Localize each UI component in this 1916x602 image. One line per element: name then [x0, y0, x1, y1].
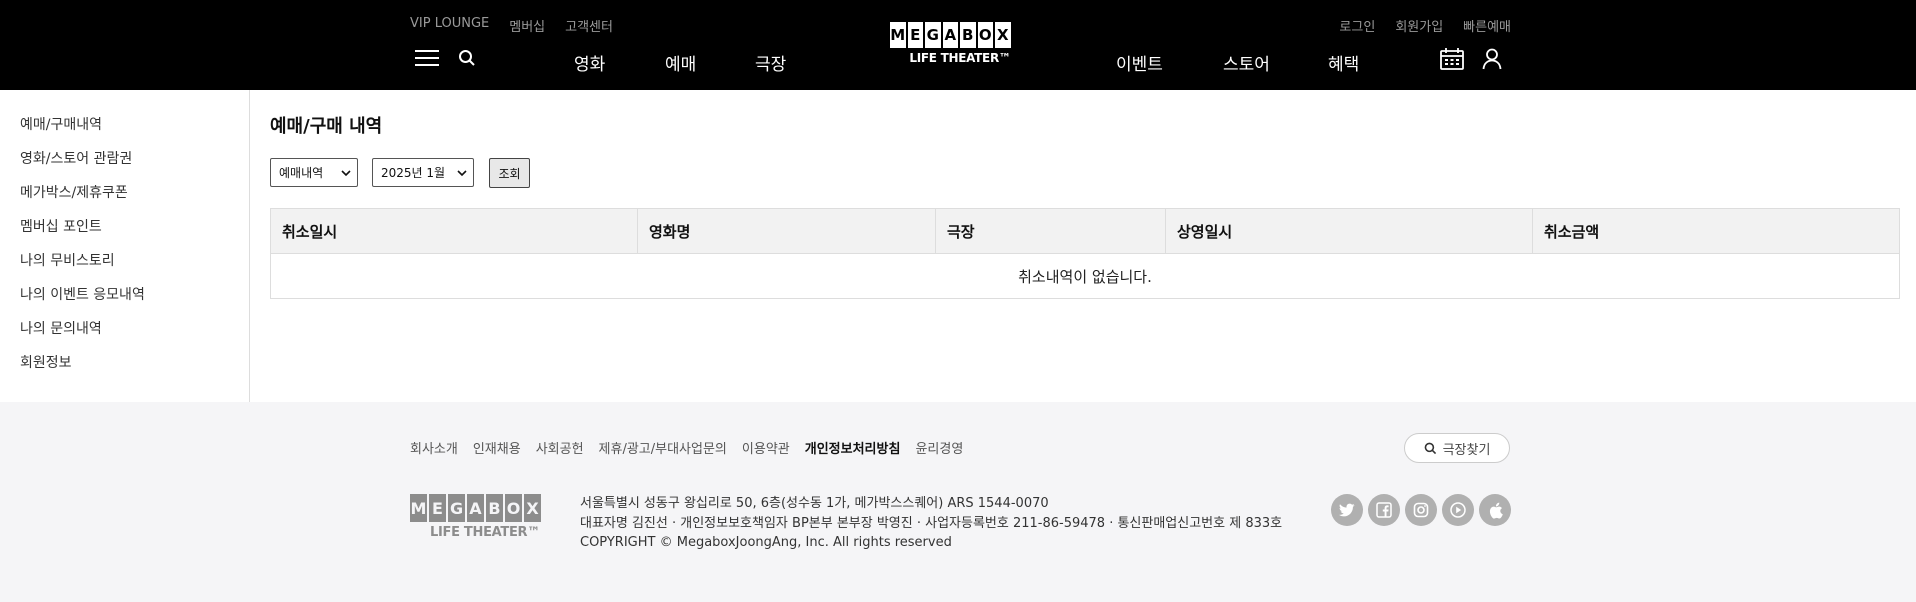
footer-links: 회사소개 인재채용 사회공헌 제휴/광고/부대사업문의 이용약관 개인정보처리방… [410, 438, 963, 457]
empty-message: 취소내역이 없습니다. [270, 254, 1900, 299]
search-icon[interactable] [458, 49, 476, 67]
customer-center-link[interactable]: 고객센터 [565, 16, 613, 35]
column-header: 영화명 [638, 209, 936, 253]
quick-booking-link[interactable]: 빠른예매 [1463, 16, 1511, 35]
nav-movie[interactable]: 영화 [574, 50, 605, 75]
megabox-logo[interactable]: M E G A B O X LIFE THEATER™ [890, 22, 1030, 70]
column-header: 상영일시 [1166, 209, 1533, 253]
sidebar-item-coupons[interactable]: 메가박스/제휴쿠폰 [20, 182, 128, 202]
page-title: 예매/구매 내역 [270, 116, 383, 137]
user-icon[interactable] [1482, 48, 1502, 70]
sidebar-item-points[interactable]: 멤버십 포인트 [20, 216, 102, 236]
schedule-icon[interactable] [1440, 48, 1464, 70]
signup-link[interactable]: 회원가입 [1395, 16, 1443, 35]
site-footer: 회사소개 인재채용 사회공헌 제휴/광고/부대사업문의 이용약관 개인정보처리방… [0, 402, 1916, 602]
twitter-icon[interactable] [1331, 494, 1363, 526]
nav-store[interactable]: 스토어 [1223, 50, 1270, 75]
util-nav-left: VIP LOUNGE 멤버십 고객센터 [410, 16, 613, 35]
company-registration: 대표자명 김진선 · 개인정보보호책임자 BP본부 본부장 박영진 · 사업자등… [580, 515, 1283, 531]
sidebar-item-inquiries[interactable]: 나의 문의내역 [20, 318, 102, 338]
sidebar-item-moviestory[interactable]: 나의 무비스토리 [20, 250, 115, 270]
footer-link[interactable]: 사회공헌 [536, 438, 584, 457]
sidebar-item-tickets[interactable]: 영화/스토어 관람권 [20, 148, 132, 168]
mypage-sidebar: 예매/구매내역 영화/스토어 관람권 메가박스/제휴쿠폰 멤버십 포인트 나의 … [0, 90, 250, 402]
instagram-icon[interactable] [1405, 494, 1437, 526]
chevron-down-icon [457, 169, 467, 176]
column-header: 취소금액 [1544, 222, 1600, 241]
cancel-history-table: 취소일시 영화명 극장 상영일시 취소금액 취소내역이 없습니다. [270, 208, 1900, 299]
sidebar-item-event-entries[interactable]: 나의 이벤트 응모내역 [20, 284, 145, 304]
util-nav-right: 로그인 회원가입 빠른예매 [1339, 16, 1511, 35]
company-info: 서울특별시 성동구 왕십리로 50, 6층(성수동 1가, 메가박스스퀘어) A… [580, 494, 1282, 553]
menu-icon[interactable] [415, 50, 439, 68]
table-header: 취소일시 영화명 극장 상영일시 취소금액 [270, 208, 1900, 254]
company-address: 서울특별시 성동구 왕십리로 50, 6층(성수동 1가, 메가박스스퀘어) A… [580, 496, 1049, 511]
query-button[interactable]: 조회 [489, 158, 530, 188]
footer-link[interactable]: 회사소개 [410, 438, 458, 457]
facebook-icon[interactable] [1368, 494, 1400, 526]
nav-booking[interactable]: 예매 [665, 50, 696, 75]
column-header: 극장 [936, 209, 1166, 253]
sidebar-item-member-info[interactable]: 회원정보 [20, 352, 72, 372]
column-header: 취소일시 [271, 209, 638, 253]
month-select[interactable]: 2025년 1월 [372, 158, 474, 187]
sns-links [1331, 494, 1511, 526]
login-link[interactable]: 로그인 [1339, 16, 1375, 35]
find-theater-button[interactable]: 극장찾기 [1404, 433, 1510, 463]
footer-link[interactable]: 이용약관 [742, 438, 790, 457]
nav-event[interactable]: 이벤트 [1116, 50, 1163, 75]
search-icon [1424, 442, 1436, 454]
history-type-select[interactable]: 예매내역 [270, 158, 358, 187]
nav-theater[interactable]: 극장 [755, 50, 786, 75]
footer-logo: M E G A B O X LIFE THEATER™ [410, 494, 560, 540]
nav-benefit[interactable]: 혜택 [1328, 50, 1359, 75]
sidebar-item-booking-history[interactable]: 예매/구매내역 [20, 114, 102, 134]
membership-link[interactable]: 멤버십 [509, 16, 545, 35]
copyright: COPYRIGHT © MegaboxJoongAng, Inc. All ri… [580, 535, 952, 550]
chevron-down-icon [341, 169, 351, 176]
vip-lounge-link[interactable]: VIP LOUNGE [410, 16, 489, 35]
footer-link[interactable]: 인재채용 [473, 438, 521, 457]
footer-link[interactable]: 제휴/광고/부대사업문의 [599, 438, 727, 457]
site-header: VIP LOUNGE 멤버십 고객센터 로그인 회원가입 빠른예매 영화 예매 … [0, 0, 1916, 90]
footer-link[interactable]: 윤리경영 [915, 438, 963, 457]
footer-link-privacy[interactable]: 개인정보처리방침 [805, 438, 901, 457]
apple-icon[interactable] [1479, 494, 1511, 526]
youtube-icon[interactable] [1442, 494, 1474, 526]
